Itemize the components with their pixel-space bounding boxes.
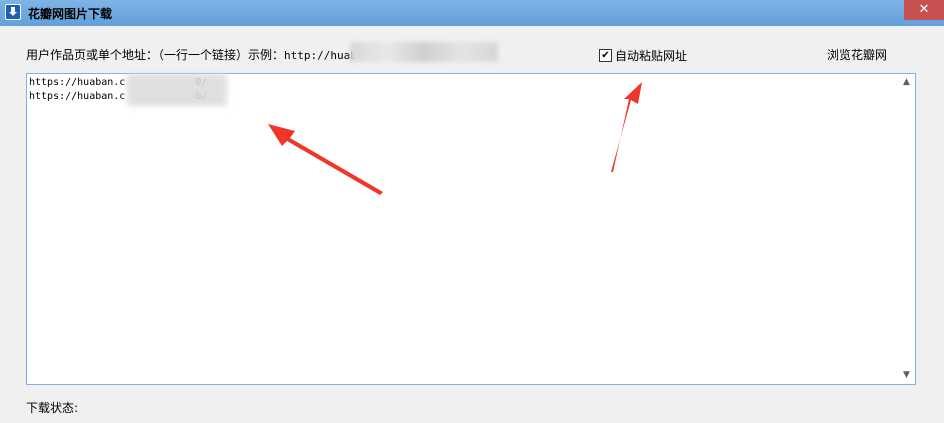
redacted-url-blur [127,74,227,106]
url-label-text: 用户作品页或单个地址：（一行一个链接）示例： [26,48,285,62]
checkbox-check-icon[interactable]: ✔ [599,49,612,62]
close-icon: ✕ [918,2,930,17]
url-input-label: 用户作品页或单个地址：（一行一个链接）示例：http://huab [26,46,357,63]
scroll-down-icon[interactable]: ▼ [898,367,915,384]
redacted-example-blur [350,42,498,62]
auto-paste-checkbox[interactable]: ✔ 自动粘贴网址 [599,47,687,64]
vertical-scrollbar[interactable]: ▲ ▼ [898,74,915,384]
browse-huaban-link[interactable]: 浏览花瓣网 [827,46,887,63]
url-line-2: https://huaban.c [29,91,126,102]
close-button[interactable]: ✕ [904,0,944,20]
scroll-up-icon[interactable]: ▲ [898,74,915,91]
download-status-label: 下载状态: [26,401,79,415]
url-example-text: http://huab [284,49,357,62]
auto-paste-label: 自动粘贴网址 [615,49,688,63]
url-line-1: https://huaban.c [29,77,126,88]
download-app-icon [5,4,21,20]
url-textarea[interactable]: https://huaban.c0/ https://huaban.cb/ ▲ … [26,73,916,385]
window-title: 花瓣网图片下载 [28,7,113,21]
title-bar: 花瓣网图片下载 ✕ [0,0,944,26]
